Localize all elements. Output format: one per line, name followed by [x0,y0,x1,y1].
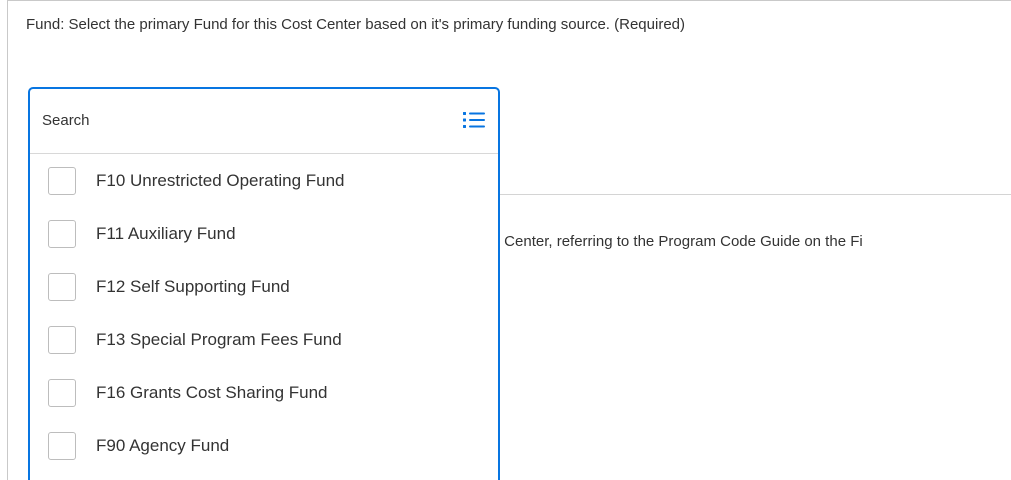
list-view-icon[interactable] [462,110,486,130]
fund-option[interactable]: F10 Unrestricted Operating Fund [30,154,498,207]
fund-selector-dropdown[interactable]: F10 Unrestricted Operating Fund F11 Auxi… [28,87,500,480]
option-label: F16 Grants Cost Sharing Fund [96,382,328,402]
fund-options-list: F10 Unrestricted Operating Fund F11 Auxi… [30,154,498,472]
program-field-label: ost Center, referring to the Program Cod… [480,233,863,250]
fund-option[interactable]: F11 Auxiliary Fund [30,207,498,260]
search-row [30,89,498,154]
option-label: F11 Auxiliary Fund [96,223,236,243]
option-checkbox[interactable] [48,272,76,301]
option-checkbox[interactable] [48,325,76,354]
fund-option[interactable]: F12 Self Supporting Fund [30,260,498,313]
option-label: F13 Special Program Fees Fund [96,329,342,349]
fund-option[interactable]: F16 Grants Cost Sharing Fund [30,366,498,419]
option-checkbox[interactable] [48,378,76,407]
section-divider [498,194,1011,195]
option-checkbox[interactable] [48,219,76,248]
fund-option[interactable]: F13 Special Program Fees Fund [30,313,498,366]
option-checkbox[interactable] [48,431,76,460]
fund-option[interactable]: F90 Agency Fund [30,419,498,472]
option-label: F12 Self Supporting Fund [96,276,290,296]
search-input[interactable] [42,103,442,137]
option-label: F10 Unrestricted Operating Fund [96,170,345,190]
option-checkbox[interactable] [48,166,76,195]
fund-field-label: Fund: Select the primary Fund for this C… [26,16,685,33]
option-label: F90 Agency Fund [96,435,230,455]
